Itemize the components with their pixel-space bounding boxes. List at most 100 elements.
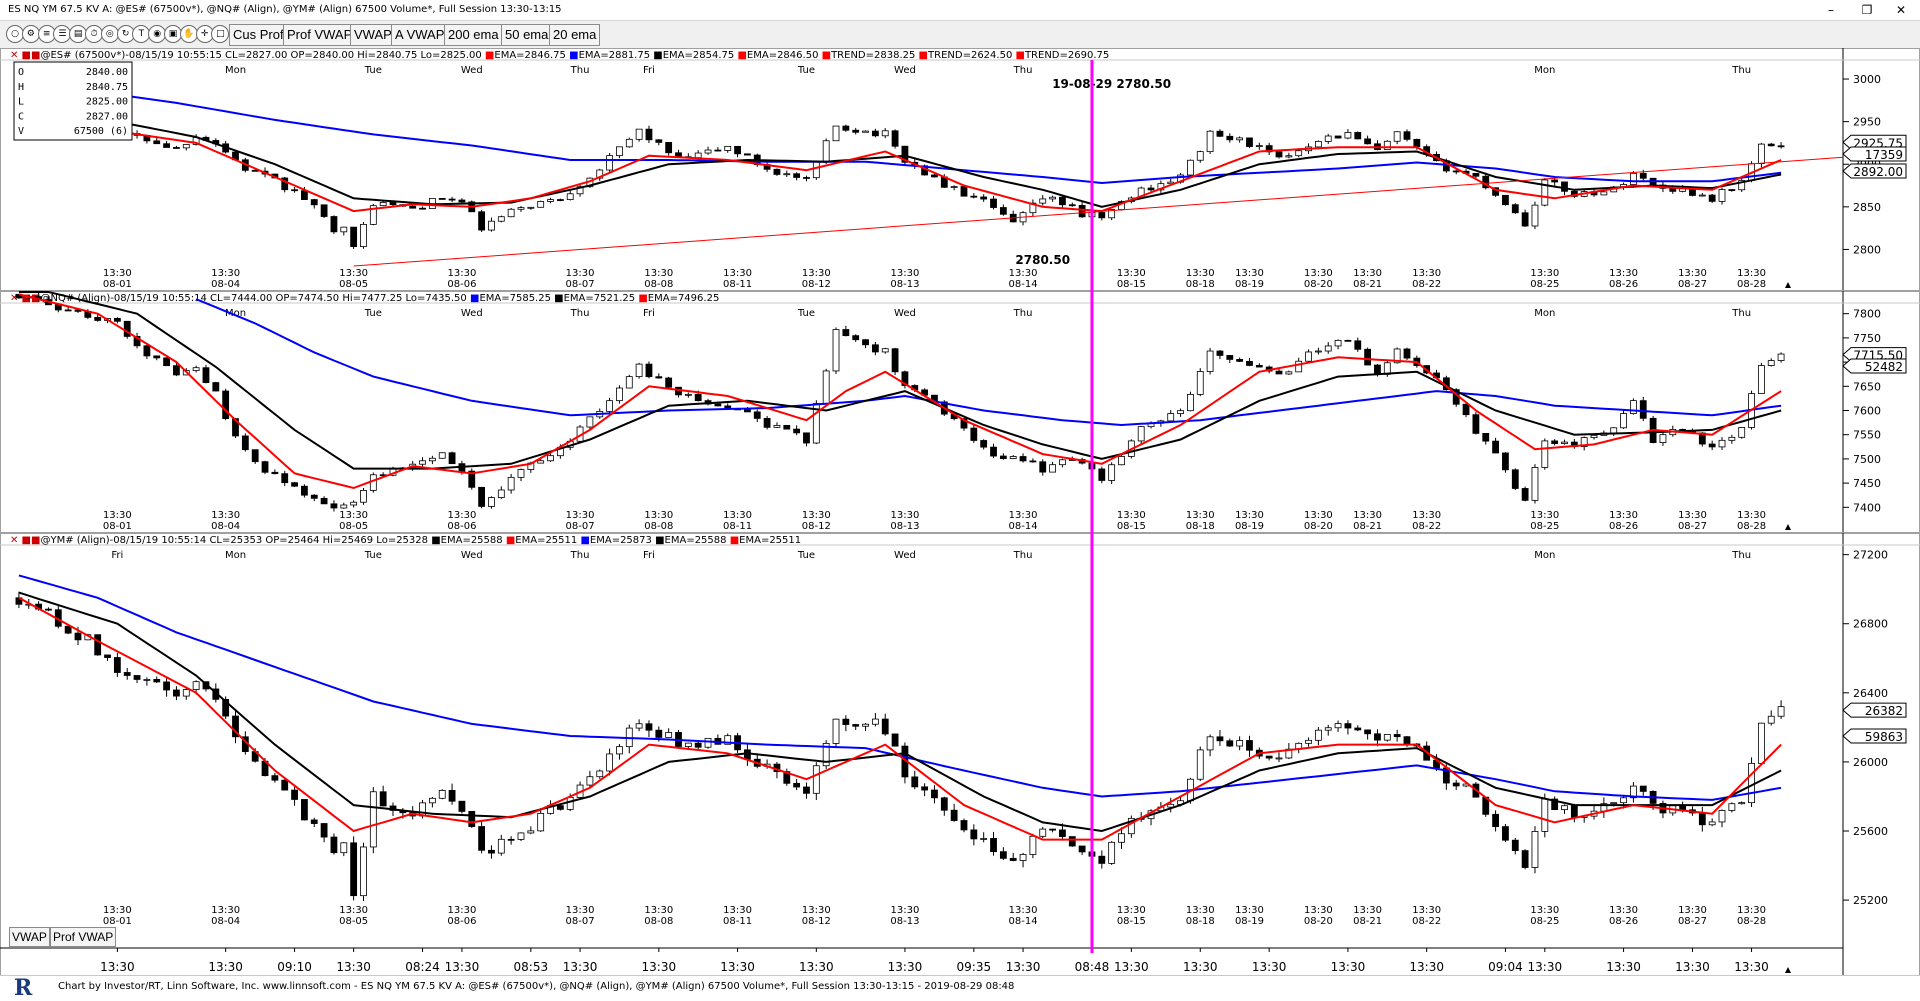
candle-body [497, 489, 505, 498]
candle-body [1502, 194, 1509, 206]
candle-body [94, 634, 102, 656]
session-date-label: 08-22 [1412, 916, 1441, 927]
candle-body [1610, 427, 1618, 434]
candle-body [1344, 339, 1352, 342]
day-label: Wed [461, 550, 483, 561]
y-tick-label: 7550 [1853, 429, 1881, 442]
candle-body [123, 672, 131, 676]
candle-body [960, 820, 968, 831]
candle-body [517, 207, 525, 210]
panel-ym[interactable]: ✕ ■■@YM# (Align)-08/15/19 10:55:14 CL=25… [0, 533, 1920, 975]
toolbar-button-vwap[interactable]: VWAP [350, 24, 396, 46]
time-tick-label: 13:30 [1006, 960, 1041, 974]
candle-body [173, 365, 180, 376]
time-tick-label: 13:30 [208, 960, 243, 974]
candle-body [1009, 857, 1017, 861]
candle-body [1147, 187, 1155, 191]
session-date-label: 08-14 [1009, 916, 1038, 927]
candle-body [507, 208, 515, 218]
candle-body [694, 742, 702, 748]
session-time-label: 13:30 [1609, 268, 1638, 279]
candle-body [1255, 145, 1263, 148]
candle-body [1561, 181, 1568, 192]
session-time-label: 13:30 [1235, 510, 1264, 521]
time-tick-label: 13:30 [336, 960, 371, 974]
toolbar-button-cus-prof[interactable]: Cus Prof [229, 24, 288, 46]
candle-body [153, 140, 161, 145]
candle-body [871, 718, 879, 725]
vwap-button[interactable]: VWAP [9, 927, 50, 947]
price-axis-box: 59863 [1842, 728, 1907, 744]
panel-es[interactable]: ✕ ■■@ES# (67500v*)-08/15/19 10:55:15 CL=… [0, 48, 1920, 291]
candle-body [1108, 464, 1116, 481]
candle-body [310, 819, 318, 824]
candle-body [369, 474, 377, 491]
session-time-label: 13:30 [1009, 510, 1038, 521]
prof-vwap-button[interactable]: Prof VWAP [50, 927, 117, 947]
candle-body [999, 455, 1007, 459]
session-date-label: 08-12 [802, 916, 831, 927]
candle-body [143, 679, 151, 681]
candle-body [862, 130, 869, 133]
session-time-label: 13:30 [1304, 905, 1333, 916]
candle-body [488, 849, 495, 854]
candle-body [970, 195, 978, 198]
candle-body [586, 416, 594, 428]
candle-body [822, 370, 830, 404]
candle-body [1275, 151, 1283, 158]
session-time-label: 13:30 [723, 510, 752, 521]
toolbar-button-50-ema[interactable]: 50 ema [501, 24, 553, 46]
minimize-icon[interactable]: – [1814, 1, 1848, 19]
toolbar-button-a-vwap[interactable]: A VWAP [391, 24, 449, 46]
candle-body [980, 440, 988, 448]
candle-body [812, 765, 820, 794]
linn-logo-icon: R [14, 975, 33, 1001]
candle-body [842, 329, 850, 337]
candle-body [271, 471, 279, 475]
toolbar-button-20-ema[interactable]: 20 ema [549, 24, 601, 46]
session-date-label: 08-20 [1304, 916, 1333, 927]
candle-body [635, 363, 643, 378]
session-date-label: 08-06 [447, 521, 476, 532]
close-icon[interactable]: ✕ [1884, 1, 1918, 19]
session-time-label: 13:30 [802, 905, 831, 916]
candle-body [665, 377, 673, 388]
candle-body [113, 657, 121, 673]
candle-body [330, 836, 338, 854]
candle-body [832, 329, 840, 372]
candle-body [104, 654, 111, 658]
candle-body [645, 128, 653, 141]
candle-body [330, 503, 338, 509]
candle-body [891, 130, 899, 147]
session-time-label: 13:30 [1304, 510, 1333, 521]
candle-body [350, 501, 358, 506]
candle-body [596, 770, 604, 778]
price-axis-box: 52482 [1842, 358, 1907, 374]
candle-body [340, 226, 348, 233]
candle-body [1314, 140, 1322, 148]
data-window-key: C [18, 111, 24, 122]
price-annotation: 19-08-29 2780.50 [1052, 77, 1171, 91]
data-window-value: 67500 (6) [74, 126, 128, 137]
candle-body [1324, 345, 1332, 352]
session-date-label: 08-01 [103, 916, 132, 927]
price-axis-box: 26382 [1842, 702, 1907, 718]
candle-body [999, 207, 1007, 215]
candle-body [684, 393, 692, 396]
candle-body [783, 173, 791, 176]
session-time-label: 13:30 [1530, 510, 1559, 521]
session-date-label: 08-27 [1678, 279, 1707, 290]
square-icon[interactable]: □ [211, 25, 230, 43]
candle-body [1216, 350, 1224, 356]
session-date-label: 08-11 [723, 916, 752, 927]
chart-area[interactable]: ✕ ■■@ES# (67500v*)-08/15/19 10:55:15 CL=… [0, 48, 1920, 975]
restore-icon[interactable]: ❐ [1850, 1, 1884, 19]
time-tick-label: 13:30 [1183, 960, 1218, 974]
time-tick-label: 13:30 [720, 960, 755, 974]
data-window: O 2840.00 H 2840.75 L 2825.00 C 2827.00 V 67500 (… [13, 61, 133, 141]
time-tick-label: 09:10 [277, 960, 312, 974]
toolbar-button-prof-vwap[interactable]: Prof VWAP [283, 24, 357, 46]
candle-body [665, 732, 673, 738]
candle-body [566, 193, 574, 200]
toolbar-button-200-ema[interactable]: 200 ema [444, 24, 503, 46]
